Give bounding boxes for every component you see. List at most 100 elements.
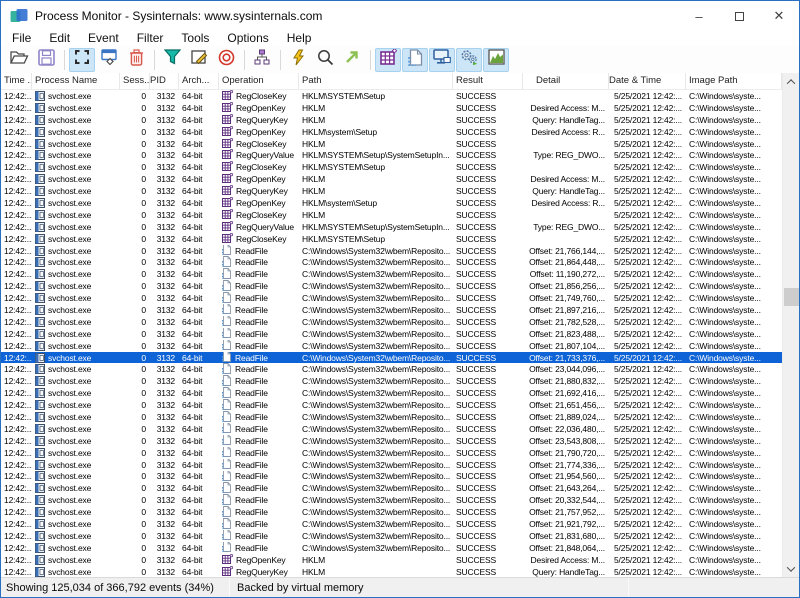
menu-item-filter[interactable]: Filter [128, 31, 173, 46]
table-row[interactable]: 12:42:... svchost.exe 0 3132 64-bit RegQ… [1, 185, 782, 197]
process-icon [35, 209, 45, 220]
table-row[interactable]: 12:42:... svchost.exe 0 3132 64-bit Read… [1, 339, 782, 352]
boot-logging-button[interactable] [285, 48, 311, 72]
table-row[interactable]: 12:42:... svchost.exe 0 3132 64-bit Read… [1, 518, 782, 530]
table-row[interactable]: 12:42:... svchost.exe 0 3132 64-bit RegQ… [1, 565, 782, 577]
table-row[interactable]: 12:42:... svchost.exe 0 3132 64-bit Read… [1, 351, 782, 364]
scroll-track[interactable] [783, 90, 799, 560]
include-process-button[interactable] [213, 48, 239, 72]
find-button[interactable] [312, 48, 338, 72]
minimize-button[interactable]: – [679, 1, 719, 31]
table-row[interactable]: 12:42:... svchost.exe 0 3132 64-bit Read… [1, 268, 782, 280]
column-header-operation[interactable]: Operation [219, 73, 299, 89]
table-row[interactable]: 12:42:... svchost.exe 0 3132 64-bit RegO… [1, 101, 782, 114]
table-row[interactable]: 12:42:... svchost.exe 0 3132 64-bit Read… [1, 387, 782, 399]
column-header-path[interactable]: Path [299, 73, 453, 89]
table-row[interactable]: 12:42:... svchost.exe 0 3132 64-bit Read… [1, 446, 782, 459]
table-row[interactable]: 12:42:... svchost.exe 0 3132 64-bit Read… [1, 375, 782, 387]
jump-to-button[interactable] [339, 48, 365, 72]
readfile-operation-icon [222, 280, 232, 292]
table-row[interactable]: 12:42:... svchost.exe 0 3132 64-bit Read… [1, 363, 782, 375]
column-header-process-name[interactable]: Process Name [32, 73, 120, 89]
table-row[interactable]: 12:42:... svchost.exe 0 3132 64-bit Read… [1, 541, 782, 554]
close-button[interactable]: ✕ [759, 1, 799, 31]
table-row[interactable]: 12:42:... svchost.exe 0 3132 64-bit Read… [1, 470, 782, 483]
table-row[interactable]: 12:42:... svchost.exe 0 3132 64-bit RegC… [1, 232, 782, 245]
show-network-button[interactable] [429, 47, 455, 72]
autoscroll-button[interactable] [96, 48, 122, 72]
table-row[interactable]: 12:42:... svchost.exe 0 3132 64-bit Read… [1, 506, 782, 518]
scroll-up-button[interactable] [783, 73, 799, 90]
table-row[interactable]: 12:42:... svchost.exe 0 3132 64-bit Read… [1, 529, 782, 542]
process-name: svchost.exe [48, 566, 92, 577]
readfile-operation-icon [222, 268, 232, 280]
table-row[interactable]: 12:42:... svchost.exe 0 3132 64-bit Read… [1, 256, 782, 268]
vertical-scrollbar[interactable] [782, 73, 799, 577]
menu-item-options[interactable]: Options [218, 31, 277, 46]
table-row[interactable]: 12:42:... svchost.exe 0 3132 64-bit Read… [1, 327, 782, 340]
table-row[interactable]: 12:42:... svchost.exe 0 3132 64-bit RegC… [1, 90, 782, 102]
process-tree-button[interactable] [249, 48, 275, 72]
table-row[interactable]: 12:42:... svchost.exe 0 3132 64-bit RegO… [1, 173, 782, 185]
table-row[interactable]: 12:42:... svchost.exe 0 3132 64-bit Read… [1, 399, 782, 411]
menu-item-file[interactable]: File [3, 31, 40, 46]
menu-item-help[interactable]: Help [278, 31, 321, 46]
column-header-session[interactable]: Sess... [120, 73, 150, 89]
menu-item-event[interactable]: Event [79, 31, 128, 46]
table-row[interactable]: 12:42:... svchost.exe 0 3132 64-bit RegC… [1, 137, 782, 150]
filter-button[interactable] [159, 48, 185, 72]
column-header-detail[interactable]: Detail [523, 73, 609, 89]
table-row[interactable]: 12:42:... svchost.exe 0 3132 64-bit Read… [1, 458, 782, 471]
process-name: svchost.exe [48, 186, 92, 197]
column-header-date-time[interactable]: Date & Time [609, 73, 686, 89]
table-row[interactable]: 12:42:... svchost.exe 0 3132 64-bit Read… [1, 315, 782, 328]
column-header-architecture[interactable]: Arch... [179, 73, 219, 89]
table-row[interactable]: 12:42:... svchost.exe 0 3132 64-bit RegQ… [1, 113, 782, 126]
column-header-pid[interactable]: PID [150, 73, 179, 89]
menu-item-tools[interactable]: Tools [172, 31, 218, 46]
show-filesystem-button[interactable] [402, 47, 428, 72]
table-row[interactable]: 12:42:... svchost.exe 0 3132 64-bit RegO… [1, 553, 782, 566]
table-row[interactable]: 12:42:... svchost.exe 0 3132 64-bit Read… [1, 244, 782, 257]
table-row[interactable]: 12:42:... svchost.exe 0 3132 64-bit RegQ… [1, 220, 782, 233]
show-process-button[interactable] [456, 47, 482, 72]
readfile-operation-icon [222, 327, 232, 340]
scroll-down-button[interactable] [783, 560, 799, 577]
show-profiling-button[interactable] [483, 47, 509, 72]
table-row[interactable]: 12:42:... svchost.exe 0 3132 64-bit RegQ… [1, 149, 782, 161]
scroll-thumb[interactable] [784, 288, 799, 306]
table-row[interactable]: 12:42:... svchost.exe 0 3132 64-bit Read… [1, 494, 782, 506]
table-row[interactable]: 12:42:... svchost.exe 0 3132 64-bit RegO… [1, 125, 782, 138]
column-header-result[interactable]: Result [453, 73, 523, 89]
column-header-time[interactable]: Time ... [1, 73, 32, 89]
table-row[interactable]: 12:42:... svchost.exe 0 3132 64-bit Read… [1, 304, 782, 316]
process-icon [35, 162, 45, 173]
maximize-button[interactable] [719, 1, 759, 31]
highlight-button[interactable] [186, 48, 212, 72]
process-icon [35, 519, 45, 529]
operation-name: RegQueryValue [236, 150, 294, 161]
process-name: svchost.exe [48, 471, 92, 482]
table-row[interactable]: 12:42:... svchost.exe 0 3132 64-bit Read… [1, 280, 782, 292]
table-row[interactable]: 12:42:... svchost.exe 0 3132 64-bit Read… [1, 434, 782, 447]
table-row[interactable]: 12:42:... svchost.exe 0 3132 64-bit Read… [1, 422, 782, 435]
table-row[interactable]: 12:42:... svchost.exe 0 3132 64-bit RegC… [1, 161, 782, 173]
column-header-image-path[interactable]: Image Path [686, 73, 782, 89]
menu-item-edit[interactable]: Edit [40, 31, 79, 46]
show-registry-button[interactable] [375, 47, 401, 72]
table-row[interactable]: 12:42:... svchost.exe 0 3132 64-bit RegO… [1, 197, 782, 209]
operation-name: ReadFile [235, 388, 268, 399]
operation-name: RegCloseKey [236, 138, 287, 149]
table-row[interactable]: 12:42:... svchost.exe 0 3132 64-bit Read… [1, 482, 782, 494]
save-button[interactable] [33, 48, 59, 72]
table-row[interactable]: 12:42:... svchost.exe 0 3132 64-bit Read… [1, 411, 782, 423]
operation-name: RegQueryKey [236, 114, 288, 125]
table-row[interactable]: 12:42:... svchost.exe 0 3132 64-bit RegC… [1, 208, 782, 221]
process-icon [35, 400, 45, 411]
process-icon [35, 376, 45, 387]
process-icon [35, 233, 45, 244]
capture-button[interactable] [69, 47, 95, 72]
clear-button[interactable] [123, 48, 149, 72]
table-row[interactable]: 12:42:... svchost.exe 0 3132 64-bit Read… [1, 292, 782, 304]
open-button[interactable] [6, 48, 32, 72]
